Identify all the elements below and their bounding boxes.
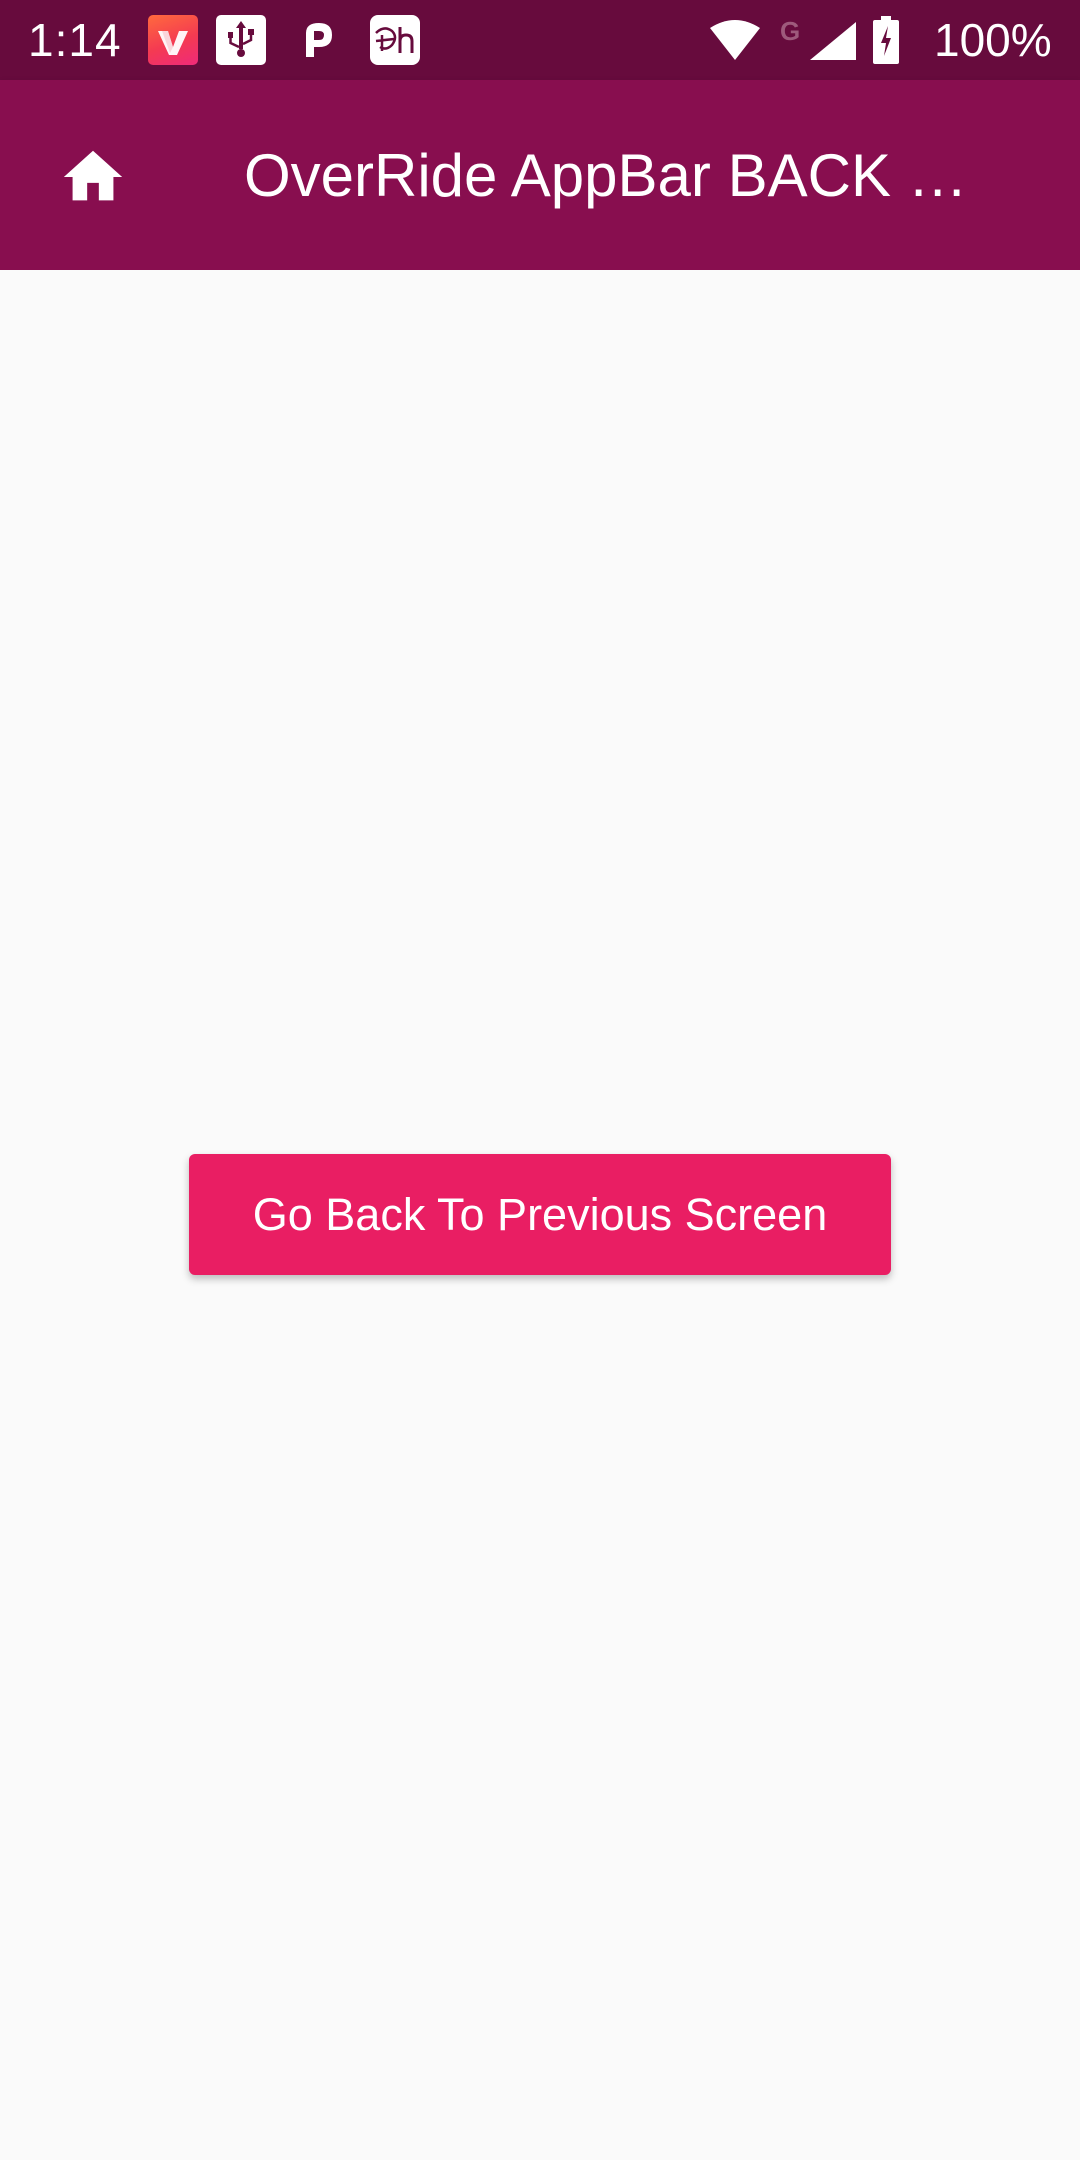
disney-hotstar-icon [370,15,420,65]
vidmate-icon [148,15,198,65]
wifi-icon [710,20,760,60]
home-button[interactable] [38,122,148,232]
go-back-button[interactable]: Go Back To Previous Screen [189,1154,891,1275]
battery-percentage: 100% [934,14,1052,66]
status-bar: 1:14 G 100% [0,0,1080,80]
battery-charging-icon [873,16,899,64]
cell-signal-icon [810,22,856,60]
network-type-label: G [780,16,801,46]
app-bar-title: OverRide AppBar BACK … [244,142,968,209]
p-app-icon [294,15,344,65]
main-content: Go Back To Previous Screen [0,270,1080,2160]
app-bar: OverRide AppBar BACK … [0,80,1080,270]
home-icon [63,150,123,201]
usb-icon [216,15,266,65]
status-time: 1:14 [28,14,122,66]
